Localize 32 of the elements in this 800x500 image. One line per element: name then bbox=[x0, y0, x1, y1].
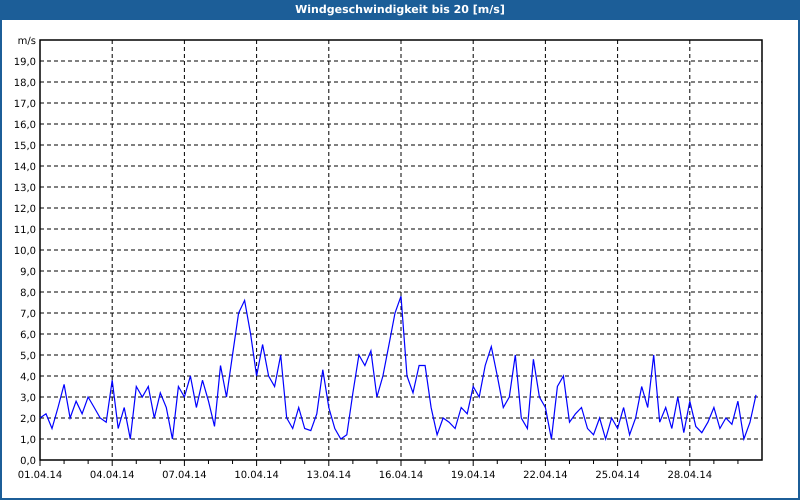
window-title: Windgeschwindigkeit bis 20 [m/s] bbox=[295, 2, 505, 18]
y-axis-label: 17,0 bbox=[14, 99, 36, 110]
x-axis-label: 13.04.14 bbox=[306, 470, 352, 481]
x-axis-label: 19.04.14 bbox=[450, 470, 496, 481]
x-axis-label: 22.04.14 bbox=[523, 470, 568, 481]
y-axis-label: 13,0 bbox=[14, 183, 36, 194]
x-axis-label: 25.04.14 bbox=[595, 470, 640, 481]
y-axis-unit: m/s bbox=[18, 36, 36, 47]
y-axis-label: 12,0 bbox=[14, 204, 36, 215]
x-axis-label: 07.04.14 bbox=[162, 470, 207, 481]
x-axis-label: 10.04.14 bbox=[234, 470, 279, 481]
x-axis-label: 04.04.14 bbox=[90, 470, 134, 481]
y-axis-label: 5,0 bbox=[20, 351, 36, 362]
y-axis-label: 9,0 bbox=[20, 267, 36, 278]
y-axis-label: 6,0 bbox=[20, 330, 36, 341]
y-axis-label: 7,0 bbox=[20, 309, 36, 320]
x-axis-label: 01.04.14 bbox=[18, 470, 62, 481]
y-axis-label: 1,0 bbox=[20, 435, 36, 446]
y-axis-label: 14,0 bbox=[14, 162, 36, 173]
y-axis-label: 10,0 bbox=[14, 246, 36, 257]
y-axis-label: 2,0 bbox=[20, 414, 36, 425]
y-axis-label: 19,0 bbox=[14, 57, 36, 68]
y-axis-label: 16,0 bbox=[14, 120, 36, 131]
x-axis-label: 28.04.14 bbox=[668, 470, 712, 481]
y-axis-label: 8,0 bbox=[20, 288, 36, 299]
y-axis-label: 11,0 bbox=[14, 225, 36, 236]
y-axis-label: 4,0 bbox=[20, 372, 36, 383]
y-axis-label: 0,0 bbox=[20, 456, 36, 467]
y-axis-label: 18,0 bbox=[14, 78, 36, 89]
y-axis-label: 15,0 bbox=[14, 141, 36, 152]
x-axis-label: 16.04.14 bbox=[378, 470, 424, 481]
y-axis-label: 3,0 bbox=[20, 393, 36, 404]
